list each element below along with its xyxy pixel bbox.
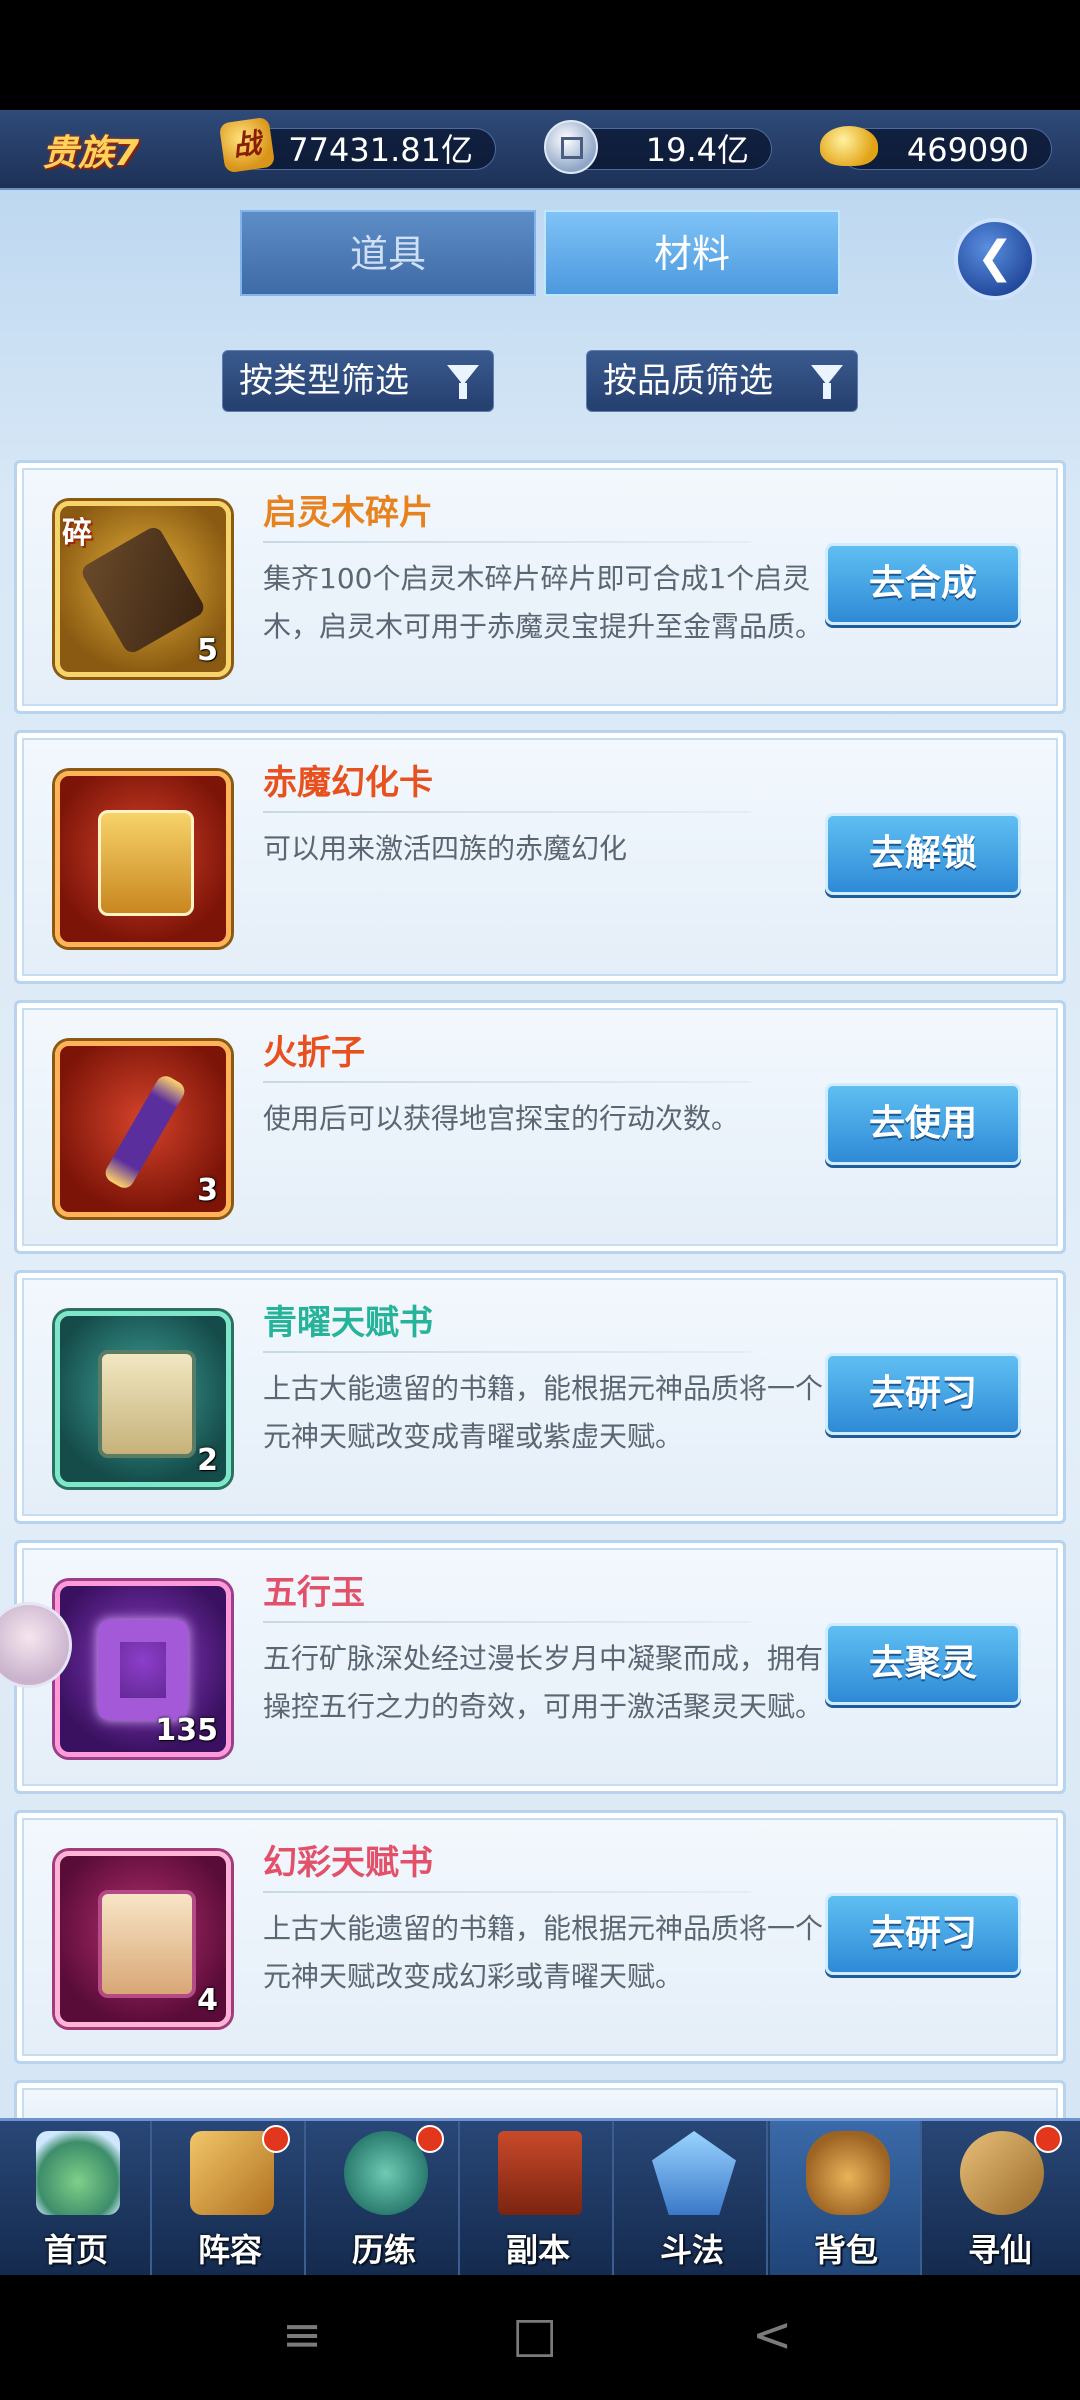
study-button[interactable]: 去研习 bbox=[825, 1353, 1021, 1435]
synthesize-button[interactable]: 去合成 bbox=[825, 543, 1021, 625]
crossed-swords-icon bbox=[652, 2131, 736, 2215]
item-name: 赤魔幻化卡 bbox=[263, 763, 433, 803]
item-count: 2 bbox=[197, 1443, 218, 1478]
notification-dot bbox=[262, 2125, 290, 2153]
fire-starter-icon bbox=[102, 1072, 188, 1192]
gather-spirit-button[interactable]: 去聚灵 bbox=[825, 1623, 1021, 1705]
jade-ring-icon bbox=[98, 1620, 188, 1720]
funnel-icon bbox=[811, 365, 843, 399]
notification-dot bbox=[1034, 2125, 1062, 2153]
item-name: 启灵木碎片 bbox=[263, 493, 433, 533]
vip-level[interactable]: 贵族7 bbox=[42, 124, 139, 176]
item-name: 青曜天赋书 bbox=[263, 1303, 433, 1343]
divider bbox=[263, 541, 751, 543]
item-description: 集齐100个启灵木碎片碎片即可合成1个启灵木，启灵木可用于赤魔灵宝提升至金霄品质… bbox=[263, 562, 824, 643]
item-description: 上古大能遗留的书籍，能根据元神品质将一个元神天赋改变成幻彩或青曜天赋。 bbox=[263, 1912, 824, 1993]
funnel-icon bbox=[447, 365, 479, 399]
filter-by-type-button[interactable]: 按类型筛选 bbox=[222, 350, 494, 412]
status-bar bbox=[0, 0, 1080, 110]
item-description: 使用后可以获得地宫探宝的行动次数。 bbox=[263, 1102, 740, 1135]
wood-fragment-icon bbox=[79, 524, 207, 656]
item-count: 135 bbox=[155, 1713, 218, 1748]
divider bbox=[263, 811, 751, 813]
unlock-button[interactable]: 去解锁 bbox=[825, 813, 1021, 895]
back-button[interactable]: ❮ bbox=[954, 218, 1036, 300]
nav-label: 历练 bbox=[351, 2231, 416, 2269]
divider bbox=[263, 1081, 751, 1083]
item-icon-chimo-transform-card[interactable] bbox=[55, 771, 231, 947]
nav-label: 副本 bbox=[505, 2231, 570, 2269]
nav-bag[interactable]: 背包 bbox=[770, 2121, 922, 2275]
back-icon[interactable]: < bbox=[752, 2307, 792, 2363]
divider bbox=[263, 1621, 751, 1623]
item-icon-fire-starter[interactable]: 3 bbox=[55, 1041, 231, 1217]
list-item: 2 青曜天赋书 上古大能遗留的书籍，能根据元神品质将一个元神天赋改变成青曜或紫虚… bbox=[14, 1270, 1066, 1524]
temple-gate-icon bbox=[498, 2131, 582, 2215]
nav-label: 寻仙 bbox=[967, 2231, 1032, 2269]
divider bbox=[263, 1351, 751, 1353]
bag-icon bbox=[806, 2131, 890, 2215]
use-button[interactable]: 去使用 bbox=[825, 1083, 1021, 1165]
item-description: 上古大能遗留的书籍，能根据元神品质将一个元神天赋改变成青曜或紫虚天赋。 bbox=[263, 1372, 824, 1453]
power-icon-text: 战 bbox=[230, 126, 264, 163]
talent-book-icon bbox=[98, 1350, 196, 1458]
floating-island-icon bbox=[36, 2131, 120, 2215]
filter-by-quality-button[interactable]: 按品质筛选 bbox=[586, 350, 858, 412]
home-icon[interactable]: □ bbox=[512, 2307, 557, 2363]
item-count: 5 bbox=[197, 633, 218, 668]
notification-dot bbox=[416, 2125, 444, 2153]
divider bbox=[263, 1891, 751, 1893]
nav-label: 斗法 bbox=[659, 2231, 724, 2269]
item-icon-five-elements-jade[interactable]: 135 bbox=[55, 1581, 231, 1757]
item-icon-qingyao-talent-book[interactable]: 2 bbox=[55, 1311, 231, 1487]
cards-icon bbox=[190, 2131, 274, 2215]
item-description: 五行矿脉深处经过漫长岁月中凝聚而成，拥有操控五行之力的奇效，可用于激活聚灵天赋。 bbox=[263, 1642, 824, 1723]
gourd-icon bbox=[344, 2131, 428, 2215]
nav-label: 阵容 bbox=[197, 2231, 262, 2269]
list-item: 碎 5 启灵木碎片 集齐100个启灵木碎片碎片即可合成1个启灵木，启灵木可用于赤… bbox=[14, 460, 1066, 714]
item-icon-qiling-wood-fragment[interactable]: 碎 5 bbox=[55, 501, 231, 677]
list-item: 赤魔幻化卡 可以用来激活四族的赤魔幻化 去解锁 bbox=[14, 730, 1066, 984]
nav-dungeon[interactable]: 副本 bbox=[462, 2121, 614, 2275]
nav-battle[interactable]: 斗法 bbox=[616, 2121, 768, 2275]
filter-by-quality-label: 按品质筛选 bbox=[603, 361, 773, 401]
item-name: 火折子 bbox=[263, 1033, 365, 1073]
list-item: 4 幻彩天赋书 上古大能遗留的书籍，能根据元神品质将一个元神天赋改变成幻彩或青曜… bbox=[14, 1810, 1066, 2064]
nav-label: 首页 bbox=[43, 2231, 108, 2269]
resource-bar: 贵族7 77431.81亿 战 19.4亿 469090 bbox=[0, 110, 1080, 190]
list-item: 135 五行玉 五行矿脉深处经过漫长岁月中凝聚而成，拥有操控五行之力的奇效，可用… bbox=[14, 1540, 1066, 1794]
game-screen: 贵族7 77431.81亿 战 19.4亿 469090 道具 材料 ❮ 按类型… bbox=[0, 110, 1080, 2275]
filter-by-type-label: 按类型筛选 bbox=[239, 361, 409, 401]
silver-coin-icon bbox=[544, 120, 598, 174]
nav-seek-immortal[interactable]: 寻仙 bbox=[924, 2121, 1076, 2275]
item-count: 3 bbox=[197, 1173, 218, 1208]
list-item: 3 火折子 使用后可以获得地宫探宝的行动次数。 去使用 bbox=[14, 1000, 1066, 1254]
back-arrow-icon: ❮ bbox=[976, 232, 1014, 283]
item-description: 可以用来激活四族的赤魔幻化 bbox=[263, 832, 628, 865]
system-navigation-bar: ≡ □ < bbox=[0, 2275, 1080, 2400]
tab-items[interactable]: 道具 bbox=[240, 210, 536, 296]
nav-home[interactable]: 首页 bbox=[0, 2121, 152, 2275]
nav-training[interactable]: 历练 bbox=[308, 2121, 460, 2275]
scroll-icon bbox=[960, 2131, 1044, 2215]
item-name: 五行玉 bbox=[263, 1573, 365, 1613]
item-icon-huancai-talent-book[interactable]: 4 bbox=[55, 1851, 231, 2027]
talent-book-icon bbox=[98, 1890, 196, 1998]
gold-ingot-icon bbox=[820, 126, 878, 166]
battle-power-icon: 战 bbox=[218, 116, 276, 174]
nav-lineup[interactable]: 阵容 bbox=[154, 2121, 306, 2275]
nav-label: 背包 bbox=[813, 2231, 878, 2269]
item-count: 4 bbox=[197, 1983, 218, 2018]
study-button[interactable]: 去研习 bbox=[825, 1893, 1021, 1975]
tab-materials[interactable]: 材料 bbox=[544, 210, 840, 296]
item-name: 幻彩天赋书 bbox=[263, 1843, 433, 1883]
fragment-tag: 碎 bbox=[62, 516, 92, 551]
bottom-nav: 首页 阵容 历练 副本 斗法 背包 寻仙 bbox=[0, 2118, 1080, 2275]
transform-card-icon bbox=[98, 810, 194, 916]
menu-icon[interactable]: ≡ bbox=[282, 2307, 322, 2363]
